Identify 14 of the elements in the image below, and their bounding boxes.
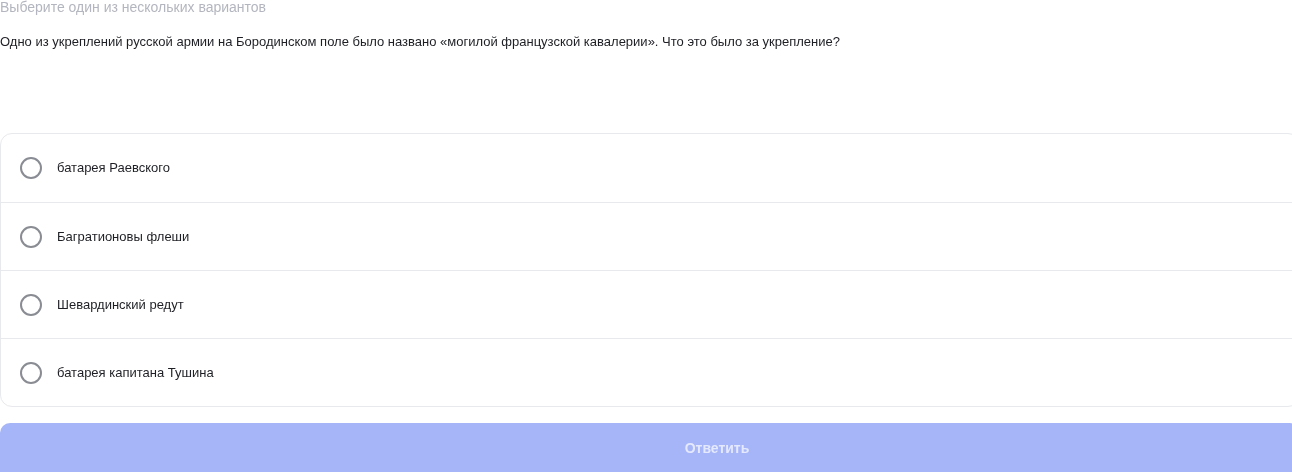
radio-button[interactable]	[20, 361, 42, 384]
radio-button[interactable]	[20, 225, 42, 248]
answer-option[interactable]: Багратионовы флеши	[1, 202, 1292, 270]
question-text: Одно из укреплений русской армии на Бородинском поле было названо «могилой французской кавалерии». Что это было за укрепление?	[0, 34, 841, 50]
radio-button[interactable]	[20, 157, 42, 179]
option-label: Багратионовы флеши	[57, 227, 190, 246]
option-label: Шевардинский редут	[57, 295, 184, 314]
instruction-text: Выберите один из нескольких вариантов	[0, 0, 268, 15]
answer-option[interactable]: батарея Раевского	[1, 134, 1292, 202]
answer-option[interactable]: Шевардинский редут	[1, 270, 1292, 338]
option-label: батарея капитана Тушина	[57, 363, 214, 382]
answer-option[interactable]: батарея капитана Тушина	[1, 338, 1292, 406]
option-label: батарея Раевского	[57, 159, 170, 178]
radio-button[interactable]	[20, 293, 42, 316]
